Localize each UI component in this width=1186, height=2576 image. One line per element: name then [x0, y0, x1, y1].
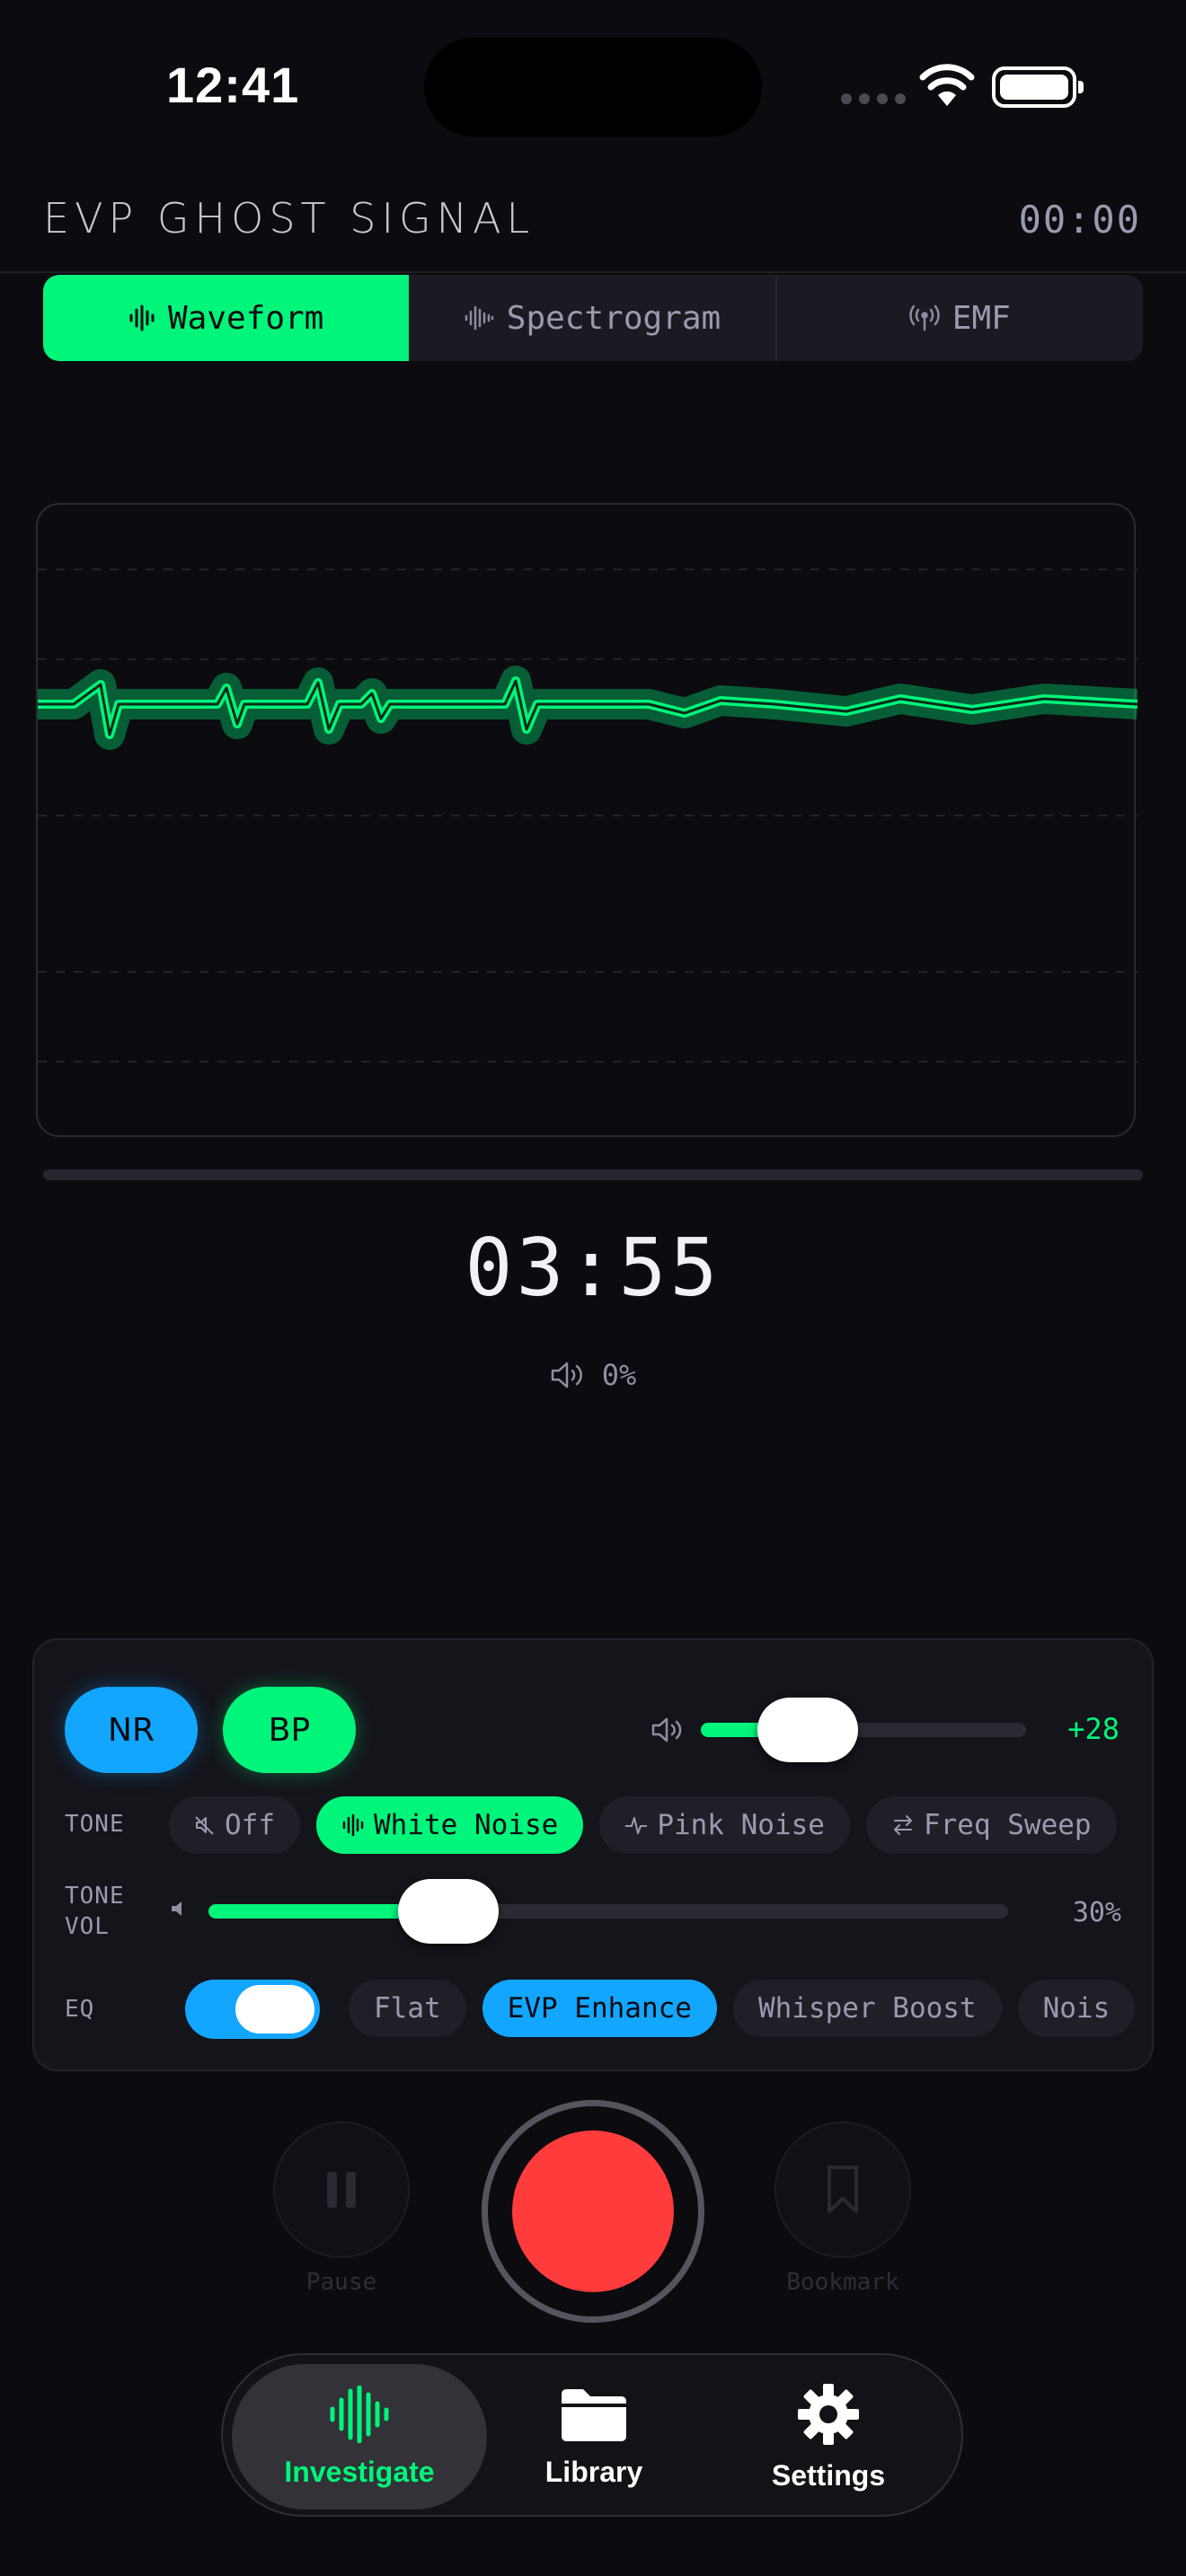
- waveform-icon: [330, 2385, 389, 2443]
- volume-readout: 0%: [0, 1358, 1186, 1392]
- sweep-icon: [893, 1815, 912, 1835]
- battery-icon: [992, 66, 1084, 108]
- pause-button[interactable]: [273, 2122, 410, 2258]
- gain-value: +28: [1067, 1712, 1120, 1746]
- tab-item-label: Settings: [771, 2458, 886, 2492]
- record-dot: [512, 2130, 674, 2292]
- bookmark-button[interactable]: [774, 2122, 911, 2258]
- tab-item-label: Investigate: [284, 2455, 435, 2488]
- app-title: EVP GHOST SIGNAL: [43, 194, 535, 243]
- tab-label: Spectrogram: [506, 299, 721, 337]
- eq-preset-flat[interactable]: Flat: [349, 1980, 466, 2037]
- noise-reduction-button[interactable]: NR: [65, 1687, 198, 1773]
- eq-presets: Flat EVP Enhance Whisper Boost Nois: [349, 1980, 1154, 2037]
- eq-preset-evp-enhance[interactable]: EVP Enhance: [482, 1980, 717, 2037]
- gain-slider[interactable]: [701, 1698, 1026, 1762]
- tab-investigate[interactable]: Investigate: [232, 2364, 487, 2510]
- tab-settings[interactable]: Settings: [701, 2364, 956, 2510]
- dynamic-island: [424, 38, 762, 137]
- tab-spectrogram[interactable]: Spectrogram: [409, 275, 777, 361]
- tab-emf[interactable]: EMF: [777, 275, 1143, 361]
- volume-percent: 0%: [601, 1358, 637, 1392]
- eq-preset-whisper-boost[interactable]: Whisper Boost: [732, 1980, 1002, 2037]
- tone-option-off[interactable]: Off: [169, 1796, 300, 1854]
- chip-label: Pink Noise: [657, 1809, 825, 1841]
- gain-slider-thumb[interactable]: [757, 1698, 858, 1762]
- cellular-signal-icon: [841, 93, 906, 104]
- waveform-icon: [342, 1813, 364, 1837]
- antenna-icon: [909, 304, 940, 331]
- tab-label: Waveform: [167, 299, 324, 337]
- tone-option-pink-noise[interactable]: Pink Noise: [599, 1796, 850, 1854]
- eq-preset-noise[interactable]: Nois: [1017, 1980, 1136, 2037]
- waveform-display: [38, 569, 1137, 1063]
- folder-icon: [562, 2388, 626, 2441]
- gear-icon: [798, 2383, 859, 2445]
- status-bar: 12:41: [0, 0, 1186, 171]
- bookmark-icon: [828, 2166, 858, 2213]
- mute-icon: [195, 1816, 214, 1835]
- status-time: 12:41: [166, 57, 300, 113]
- tab-item-label: Library: [544, 2455, 643, 2488]
- pulse-icon: [625, 1817, 648, 1834]
- view-tabs: Waveform Spectrogram EMF: [43, 275, 1143, 361]
- bandpass-button[interactable]: BP: [223, 1687, 356, 1773]
- pause-label: Pause: [305, 2269, 377, 2296]
- record-button[interactable]: [482, 2100, 704, 2323]
- playback-progress[interactable]: [43, 1169, 1143, 1180]
- chip-label: White Noise: [374, 1809, 559, 1841]
- pause-icon: [327, 2172, 356, 2208]
- tone-volume-slider[interactable]: [208, 1879, 1008, 1944]
- tab-waveform[interactable]: Waveform: [43, 275, 410, 361]
- speaker-icon: [651, 1717, 682, 1742]
- app-header: EVP GHOST SIGNAL 00:00: [0, 180, 1186, 273]
- tab-library[interactable]: Library: [466, 2364, 721, 2510]
- tone-options: Off White Noise Pink Noise Freq Sweep: [169, 1796, 1148, 1854]
- waveform-scope: [36, 503, 1137, 1137]
- audio-controls-panel: NR BP +28 TONE Off White Noise Pink Nois…: [32, 1638, 1154, 2071]
- tone-volume-label: TONE VOL: [65, 1883, 125, 1940]
- tone-volume-value: 30%: [1072, 1897, 1121, 1928]
- bottom-tab-bar: Investigate Library Settings: [221, 2353, 963, 2517]
- chip-label: Off: [225, 1809, 275, 1841]
- tone-option-white-noise[interactable]: White Noise: [316, 1796, 584, 1854]
- recording-timer: 03:55: [465, 1222, 721, 1314]
- bookmark-label: Bookmark: [786, 2269, 899, 2296]
- tone-option-freq-sweep[interactable]: Freq Sweep: [865, 1796, 1117, 1854]
- chip-label: Freq Sweep: [923, 1809, 1092, 1841]
- tone-volume-slider-thumb[interactable]: [398, 1879, 499, 1944]
- wifi-icon: [919, 64, 975, 106]
- eq-label: EQ: [65, 1996, 95, 2023]
- tone-label: TONE: [65, 1811, 125, 1838]
- speaker-icon: [551, 1362, 582, 1389]
- waveform-icon: [129, 304, 155, 331]
- eq-toggle[interactable]: [185, 1980, 320, 2039]
- spectrogram-icon: [465, 305, 494, 331]
- tab-label: EMF: [951, 299, 1011, 337]
- speaker-small-icon: [172, 1901, 181, 1916]
- elapsed-time: 00:00: [1018, 198, 1141, 242]
- transport-controls: Pause Bookmark: [0, 2096, 1186, 2330]
